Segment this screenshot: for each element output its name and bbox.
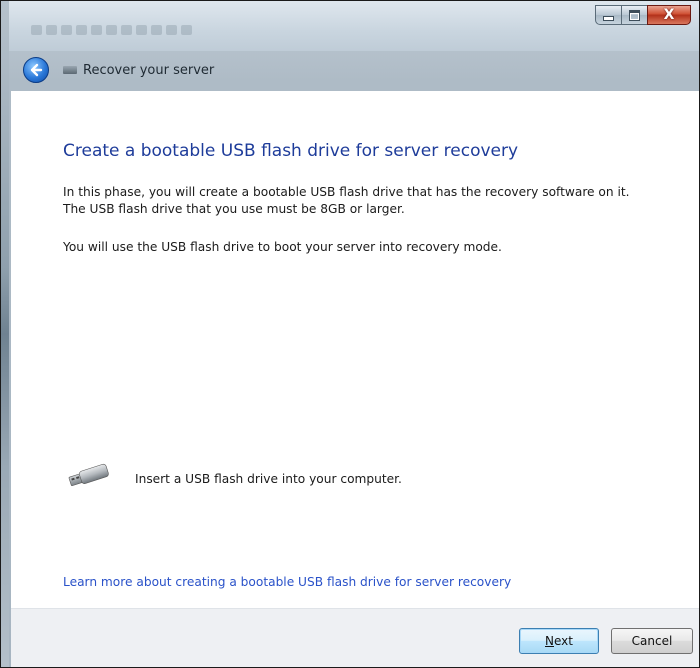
wizard-content: Create a bootable USB flash drive for se… bbox=[11, 91, 699, 609]
navigation-bar: Recover your server bbox=[9, 53, 699, 87]
maximize-button[interactable] bbox=[621, 5, 647, 25]
page-heading: Create a bootable USB flash drive for se… bbox=[63, 141, 519, 161]
close-icon: X bbox=[663, 7, 675, 23]
wizard-app-icon bbox=[63, 66, 77, 74]
wizard-footer: Next Cancel bbox=[11, 608, 699, 667]
instruction-paragraph: You will use the USB flash drive to boot… bbox=[63, 240, 502, 254]
next-button-label: Next bbox=[545, 634, 573, 648]
learn-more-link[interactable]: Learn more about creating a bootable USB… bbox=[63, 575, 511, 589]
blurred-toolbar bbox=[31, 25, 192, 39]
window-frame-edge bbox=[1, 1, 9, 667]
minimize-button[interactable] bbox=[595, 5, 621, 25]
usb-instruction-text: Insert a USB flash drive into your compu… bbox=[135, 472, 402, 486]
close-button[interactable]: X bbox=[647, 5, 691, 25]
minimize-icon bbox=[603, 16, 614, 21]
usb-drive-icon bbox=[65, 459, 113, 496]
caption-buttons: X bbox=[595, 5, 691, 25]
title-bar: X bbox=[1, 1, 699, 51]
cancel-button[interactable]: Cancel bbox=[611, 628, 693, 654]
next-button[interactable]: Next bbox=[519, 628, 599, 654]
description-paragraph: In this phase, you will create a bootabl… bbox=[63, 185, 630, 216]
window-title: Recover your server bbox=[83, 62, 215, 78]
wizard-window: X Recover your server Create a bootable … bbox=[0, 0, 700, 668]
back-button[interactable] bbox=[23, 57, 49, 83]
back-arrow-icon bbox=[30, 63, 43, 77]
maximize-icon bbox=[629, 9, 640, 21]
